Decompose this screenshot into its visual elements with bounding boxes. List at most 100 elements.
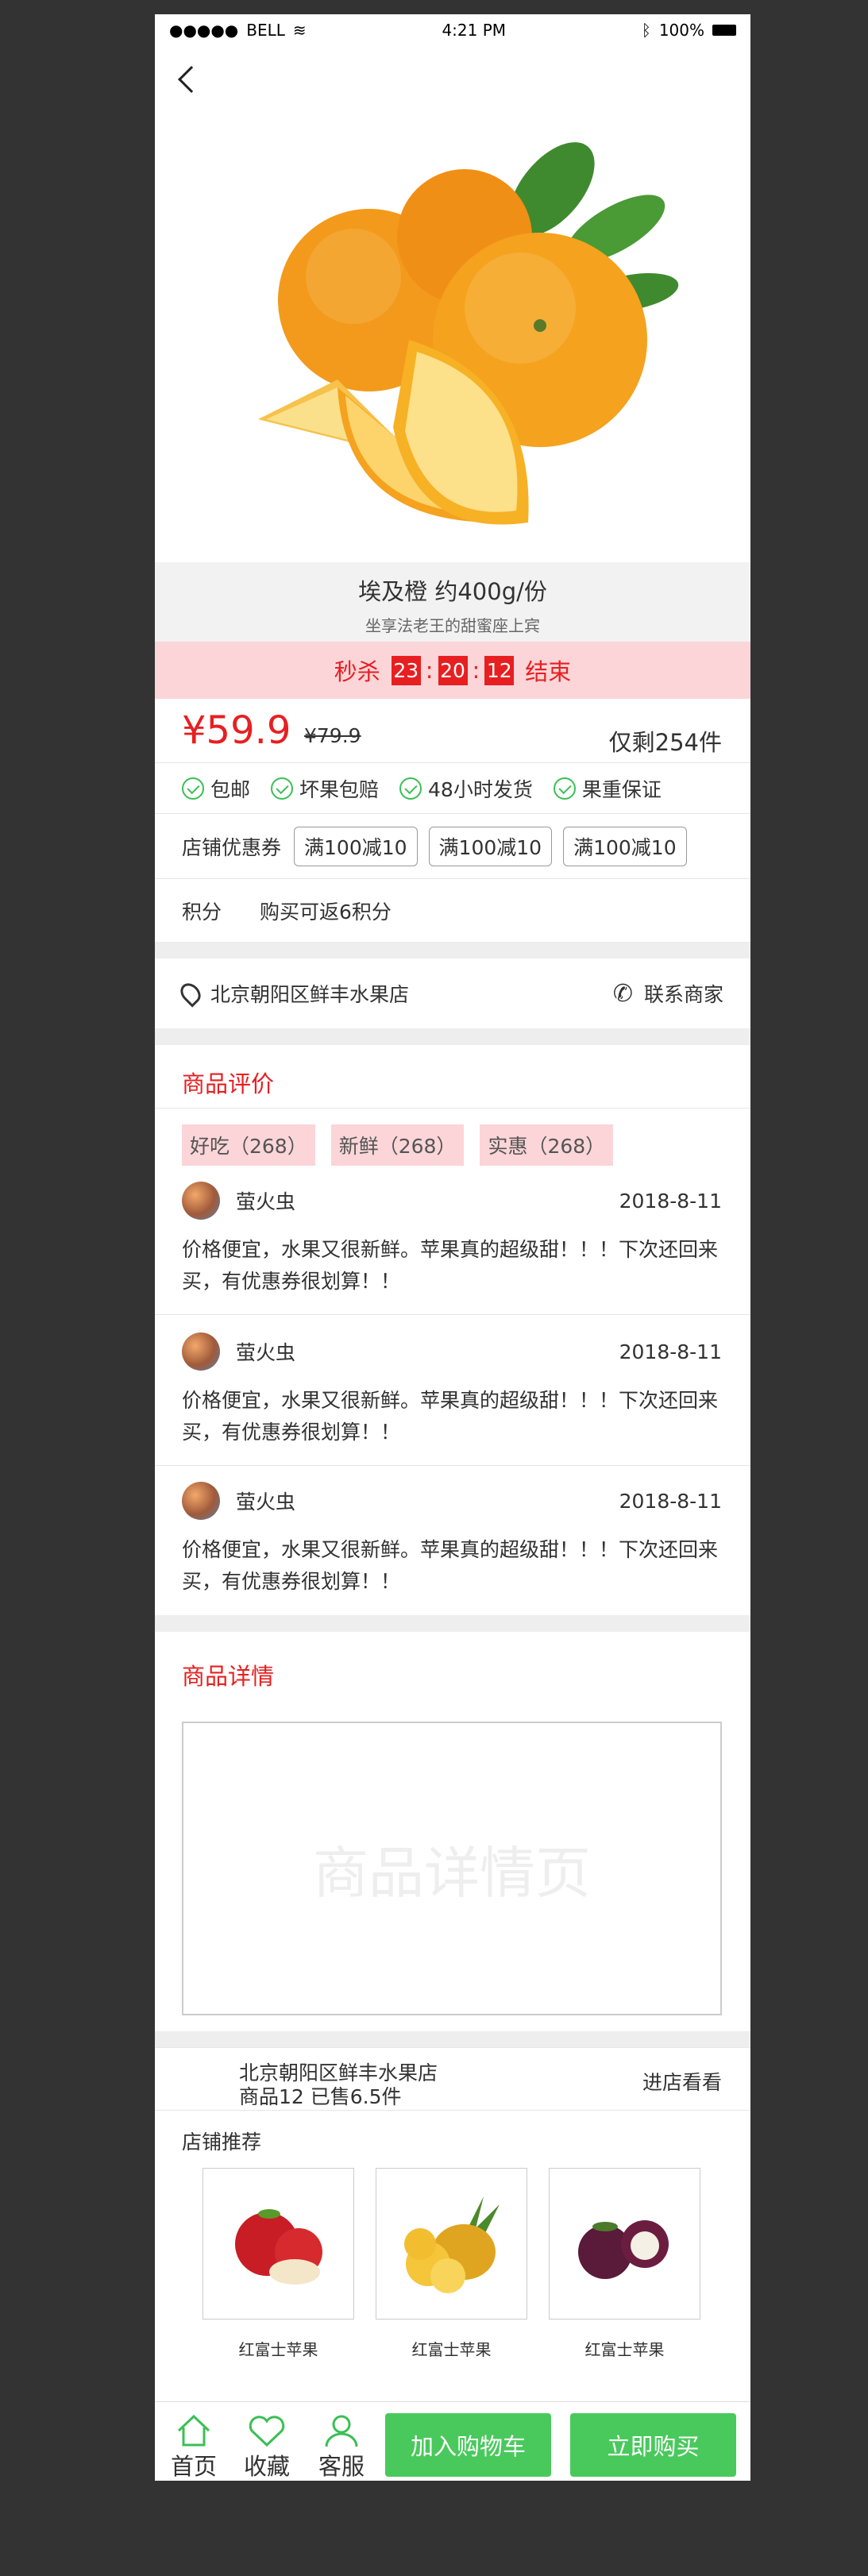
shop-row: 北京朝阳区鲜丰水果店 商品12 已售6.5件 进店看看 <box>155 2047 750 2111</box>
battery-level: 100% <box>658 21 704 40</box>
detail-title: 商品详情 <box>182 1663 275 1690</box>
shop-recommend-title: 店铺推荐 <box>182 2131 262 2154</box>
review-tag[interactable]: 新鲜（268） <box>330 1124 465 1166</box>
colon: : <box>472 657 480 684</box>
reviews-title: 商品评价 <box>182 1070 275 1097</box>
flash-sale-end: 结束 <box>525 658 572 685</box>
product-subtitle: 坐享法老王的甜蜜座上宾 <box>365 616 540 635</box>
recommend-card[interactable]: 红富士苹果 <box>203 2168 354 2360</box>
guarantee-label: 包邮 <box>210 777 251 801</box>
recommend-name: 红富士苹果 <box>584 2340 665 2359</box>
store-location-row: 北京朝阳区鲜丰水果店 ✆ 联系商家 <box>155 958 750 1028</box>
coupon-button[interactable]: 满100减10 <box>428 826 553 866</box>
avatar <box>182 1332 220 1371</box>
apple-image <box>203 2168 354 2320</box>
add-to-cart-button[interactable]: 加入购物车 <box>385 2413 551 2477</box>
heart-icon <box>249 2416 285 2447</box>
contact-label: 联系商家 <box>643 983 723 1006</box>
tab-favorite[interactable]: 收藏 <box>244 2413 290 2481</box>
countdown-minutes: 20 <box>438 655 468 685</box>
stock-remaining: 仅剩254件 <box>608 729 722 756</box>
recommend-card[interactable]: 红富士苹果 <box>549 2168 700 2360</box>
current-price: ¥59.9 <box>182 708 291 753</box>
phone-icon: ✆ <box>612 979 633 1008</box>
flash-sale-bar: 秒杀 23 : 20 : 12 结束 <box>155 642 750 699</box>
review-date: 2018-8-11 <box>619 1490 722 1513</box>
review-tag[interactable]: 好吃（268） <box>182 1124 315 1166</box>
guarantee-item: 包邮 <box>182 774 250 803</box>
reviewer-name: 萤火虫 <box>236 1341 296 1364</box>
points-label: 积分 <box>182 900 222 924</box>
store-address: 北京朝阳区鲜丰水果店 <box>210 983 410 1006</box>
clock: 4:21 PM <box>442 21 507 40</box>
visit-shop-button[interactable]: 进店看看 <box>642 2067 722 2096</box>
coupon-row: 店铺优惠券 满100减10 满100减10 满100减10 <box>155 813 750 878</box>
product-name: 埃及橙 约400g/份 <box>358 578 547 605</box>
wifi-icon: ≋ <box>292 21 307 40</box>
guarantee-row: 包邮 坏果包赔 48小时发货 果重保证 <box>155 762 750 813</box>
reviewer-name: 萤火虫 <box>236 1490 296 1514</box>
coupon-button[interactable]: 满100减10 <box>563 826 687 866</box>
detail-header: 商品详情 <box>155 1642 750 1703</box>
review-date: 2018-8-11 <box>619 1190 722 1213</box>
coupon-label: 店铺优惠券 <box>182 835 282 859</box>
review-item: 萤火虫 2018-8-11 价格便宜，水果又很新鲜。苹果真的超级甜！！！下次还回… <box>155 1482 750 1615</box>
phone-screen: ●●●●● BELL ≋ 4:21 PM ᛒ 100% 埃及橙 约400g/份 坐享法… <box>155 14 750 2481</box>
price-row: ¥59.9 ¥79.9 仅剩254件 <box>155 699 750 762</box>
flash-sale-label: 秒杀 <box>334 658 380 685</box>
review-tag[interactable]: 实惠（268） <box>480 1124 614 1166</box>
review-text: 价格便宜，水果又很新鲜。苹果真的超级甜！！！下次还回来买，有优惠券很划算！！ <box>182 1389 719 1444</box>
buy-now-button[interactable]: 立即购买 <box>570 2413 736 2477</box>
guarantee-label: 果重保证 <box>581 777 662 801</box>
recommend-name: 红富士苹果 <box>238 2340 318 2359</box>
tab-favorite-label: 收藏 <box>244 2453 291 2480</box>
bottom-tab-bar: 首页 收藏 客服 加入购物车 立即购买 <box>155 2401 750 2481</box>
guarantee-label: 坏果包赔 <box>299 777 380 801</box>
reviews-header: 商品评价 <box>155 1045 750 1109</box>
contact-seller-button[interactable]: ✆ 联系商家 <box>613 979 723 1008</box>
avatar <box>182 1182 220 1220</box>
check-circle-icon <box>182 777 204 800</box>
battery-icon <box>712 25 736 36</box>
detail-placeholder: 商品详情页 <box>182 1722 722 2015</box>
section-divider <box>155 2031 750 2048</box>
check-circle-icon <box>399 777 422 800</box>
points-text: 购买可返6积分 <box>260 900 392 924</box>
service-icon <box>325 2415 358 2447</box>
shop-logo <box>182 2059 226 2104</box>
product-title-box: 埃及橙 约400g/份 坐享法老王的甜蜜座上宾 <box>155 562 750 642</box>
shop-stats: 商品12 已售6.5件 <box>239 2085 402 2108</box>
countdown-seconds: 12 <box>484 655 515 685</box>
guarantee-item: 果重保证 <box>553 774 662 803</box>
carrier: BELL <box>246 21 285 40</box>
tab-home[interactable]: 首页 <box>171 2413 217 2481</box>
signal-icon: ●●●●● <box>169 21 239 40</box>
mangosteen-image <box>549 2168 700 2320</box>
avatar <box>182 1482 220 1520</box>
home-icon <box>177 2414 210 2447</box>
review-item: 萤火虫 2018-8-11 价格便宜，水果又很新鲜。苹果真的超级甜！！！下次还回… <box>155 1332 750 1466</box>
tab-service[interactable]: 客服 <box>318 2413 365 2481</box>
review-item: 萤火虫 2018-8-11 价格便宜，水果又很新鲜。苹果真的超级甜！！！下次还回… <box>155 1182 750 1315</box>
section-divider <box>155 942 750 958</box>
review-date: 2018-8-11 <box>619 1340 722 1363</box>
recommend-card[interactable]: 红富士苹果 <box>376 2168 527 2360</box>
review-text: 价格便宜，水果又很新鲜。苹果真的超级甜！！！下次还回来买，有优惠券很划算！！ <box>182 1538 719 1593</box>
review-text: 价格便宜，水果又很新鲜。苹果真的超级甜！！！下次还回来买，有优惠券很划算！！ <box>182 1238 719 1293</box>
points-row: 积分 购买可返6积分 <box>155 878 750 942</box>
guarantee-item: 坏果包赔 <box>271 774 379 803</box>
pineapple-image <box>376 2168 527 2320</box>
guarantee-item: 48小时发货 <box>399 774 533 803</box>
status-bar: ●●●●● BELL ≋ 4:21 PM ᛒ 100% <box>155 14 750 46</box>
guarantee-label: 48小时发货 <box>428 777 533 801</box>
check-circle-icon <box>271 777 294 800</box>
section-divider <box>155 1028 750 1045</box>
colon: : <box>425 657 434 684</box>
location-pin-icon <box>176 979 205 1008</box>
tab-service-label: 客服 <box>318 2453 365 2480</box>
coupon-button[interactable]: 满100减10 <box>294 826 418 866</box>
bluetooth-icon: ᛒ <box>641 21 651 40</box>
review-tags: 好吃（268） 新鲜（268） 实惠（268） <box>182 1124 614 1166</box>
check-circle-icon <box>553 777 576 800</box>
original-price: ¥79.9 <box>304 724 361 747</box>
